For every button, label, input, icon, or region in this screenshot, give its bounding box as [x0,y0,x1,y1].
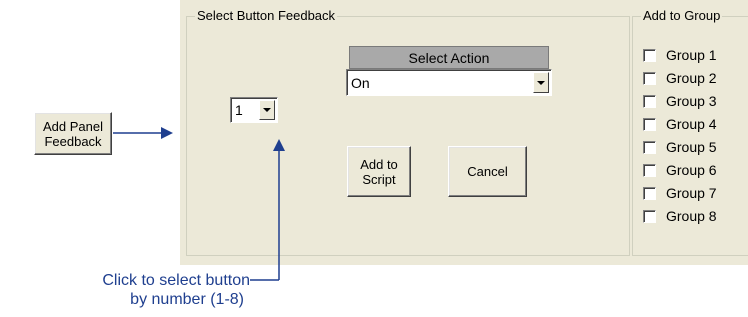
group-5-checkbox[interactable] [643,140,656,154]
group-checkbox-row[interactable]: Group 8 [643,207,717,225]
group-5-label: Group 5 [666,139,717,155]
group-7-checkbox[interactable] [643,186,656,200]
add-to-script-label-line2: Script [362,171,396,187]
cancel-button[interactable]: Cancel [448,146,527,197]
action-select[interactable]: On [346,69,552,96]
button-number-dropdown-arrow[interactable] [259,100,275,120]
chevron-down-icon [537,80,545,85]
group-8-label: Group 8 [666,208,717,224]
add-panel-feedback-label-line2: Feedback [44,133,102,149]
cancel-button-label: Cancel [467,164,508,179]
add-panel-arrow-head [161,127,173,139]
group-4-label: Group 4 [666,116,717,132]
select-action-header-label: Select Action [408,49,490,66]
button-number-value: 1 [235,102,243,118]
button-number-select[interactable]: 1 [230,97,278,123]
group-3-label: Group 3 [666,93,717,109]
add-panel-feedback-label-line1: Add Panel [43,118,103,134]
group-1-label: Group 1 [666,47,717,63]
group-6-checkbox[interactable] [643,163,656,177]
group-checkbox-list: Group 1 Group 2 Group 3 Group 4 Group 5 … [643,44,747,244]
group-checkbox-row[interactable]: Group 4 [643,115,717,133]
group-3-checkbox[interactable] [643,94,656,108]
group-checkbox-row[interactable]: Group 2 [643,69,717,87]
add-to-script-button[interactable]: Add to Script [347,146,411,197]
add-panel-feedback-button[interactable]: Add Panel Feedback [34,112,112,155]
action-dropdown-arrow[interactable] [533,72,549,93]
group-1-checkbox[interactable] [643,48,656,62]
callout-text: Click to select button by number (1-8) [102,271,250,309]
group-7-label: Group 7 [666,185,717,201]
select-action-header: Select Action [349,46,549,69]
action-value: On [351,74,370,91]
add-to-script-label-line1: Add to [360,156,398,172]
select-button-feedback-title: Select Button Feedback [195,8,338,24]
group-4-checkbox[interactable] [643,117,656,131]
group-checkbox-row[interactable]: Group 6 [643,161,717,179]
chevron-down-icon [263,108,271,112]
group-2-checkbox[interactable] [643,71,656,85]
group-checkbox-row[interactable]: Group 1 [643,46,717,64]
add-to-group-title: Add to Group [641,8,723,24]
group-2-label: Group 2 [666,70,717,86]
callout-line-1: Click to select button [102,272,250,289]
group-checkbox-row[interactable]: Group 3 [643,92,717,110]
dialog-panel: Select Button Feedback Add to Group 1 Se… [180,0,748,265]
callout-line-2: by number (1-8) [130,291,244,308]
group-8-checkbox[interactable] [643,209,656,223]
group-checkbox-row[interactable]: Group 7 [643,184,717,202]
group-checkbox-row[interactable]: Group 5 [643,138,717,156]
group-6-label: Group 6 [666,162,717,178]
